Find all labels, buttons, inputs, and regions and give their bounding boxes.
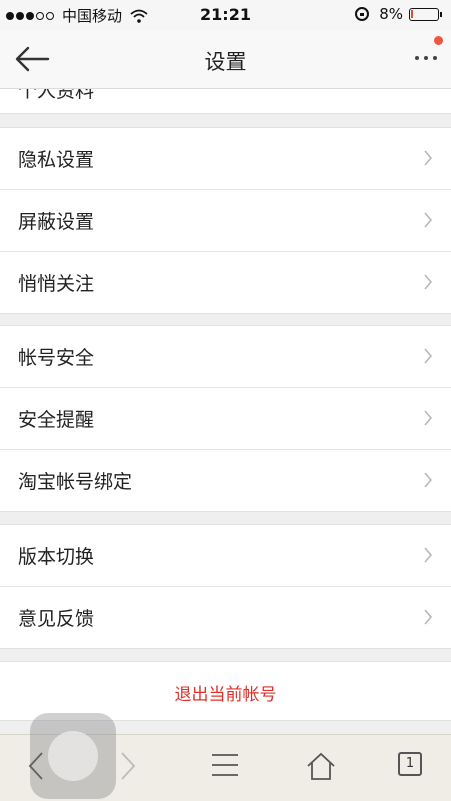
chevron-right-icon (424, 348, 433, 364)
more-options-icon[interactable] (410, 56, 437, 60)
chevron-right-icon (424, 150, 433, 166)
list-item-label: 个人资料 (18, 89, 95, 102)
list-item-taobao-binding[interactable]: 淘宝帐号绑定 (0, 450, 451, 511)
chevron-right-icon (424, 547, 433, 563)
list-item-security-reminder[interactable]: 安全提醒 (0, 388, 451, 450)
chevron-right-icon (424, 609, 433, 625)
list-item-label: 隐私设置 (18, 149, 95, 171)
chevron-right-icon (424, 212, 433, 228)
home-icon[interactable] (305, 751, 337, 781)
list-item-block-settings[interactable]: 屏蔽设置 (0, 190, 451, 252)
assistive-touch-inner (48, 731, 98, 781)
status-bar: 中国移动 21:21 8% (0, 0, 451, 30)
chevron-right-icon (424, 472, 433, 488)
navigation-bar: 设置 (0, 30, 451, 89)
logout-label: 退出当前帐号 (174, 685, 277, 705)
list-item-label: 意见反馈 (18, 608, 95, 630)
rotation-lock-icon (355, 7, 370, 21)
list-item-account-security[interactable]: 帐号安全 (0, 326, 451, 388)
list-item-secret-follow[interactable]: 悄悄关注 (0, 252, 451, 313)
list-item-label: 屏蔽设置 (18, 211, 95, 233)
settings-group-privacy: 隐私设置 屏蔽设置 悄悄关注 (0, 127, 451, 314)
assistive-touch-button[interactable] (30, 713, 116, 799)
browser-forward-icon[interactable] (118, 751, 138, 781)
menu-icon[interactable] (210, 751, 240, 779)
notification-badge (434, 36, 443, 45)
list-item-feedback[interactable]: 意见反馈 (0, 587, 451, 648)
settings-group-account: 帐号安全 安全提醒 淘宝帐号绑定 (0, 325, 451, 512)
logout-button[interactable]: 退出当前帐号 (0, 661, 451, 721)
list-item-partial[interactable]: 个人资料 (0, 89, 451, 114)
list-item-label: 悄悄关注 (18, 273, 95, 295)
settings-group-misc: 版本切换 意见反馈 (0, 524, 451, 649)
list-item-label: 帐号安全 (18, 347, 95, 369)
list-item-label: 淘宝帐号绑定 (18, 471, 133, 493)
list-item-version-switch[interactable]: 版本切换 (0, 525, 451, 587)
chevron-right-icon (424, 410, 433, 426)
battery-icon (409, 7, 442, 21)
chevron-right-icon (424, 274, 433, 290)
tab-count-button[interactable]: 1 (398, 752, 422, 776)
page-title: 设置 (204, 50, 247, 74)
list-item-privacy-settings[interactable]: 隐私设置 (0, 128, 451, 190)
list-item-label: 版本切换 (18, 546, 95, 568)
list-item-label: 安全提醒 (18, 409, 95, 431)
battery-percent: 8% (379, 5, 403, 23)
